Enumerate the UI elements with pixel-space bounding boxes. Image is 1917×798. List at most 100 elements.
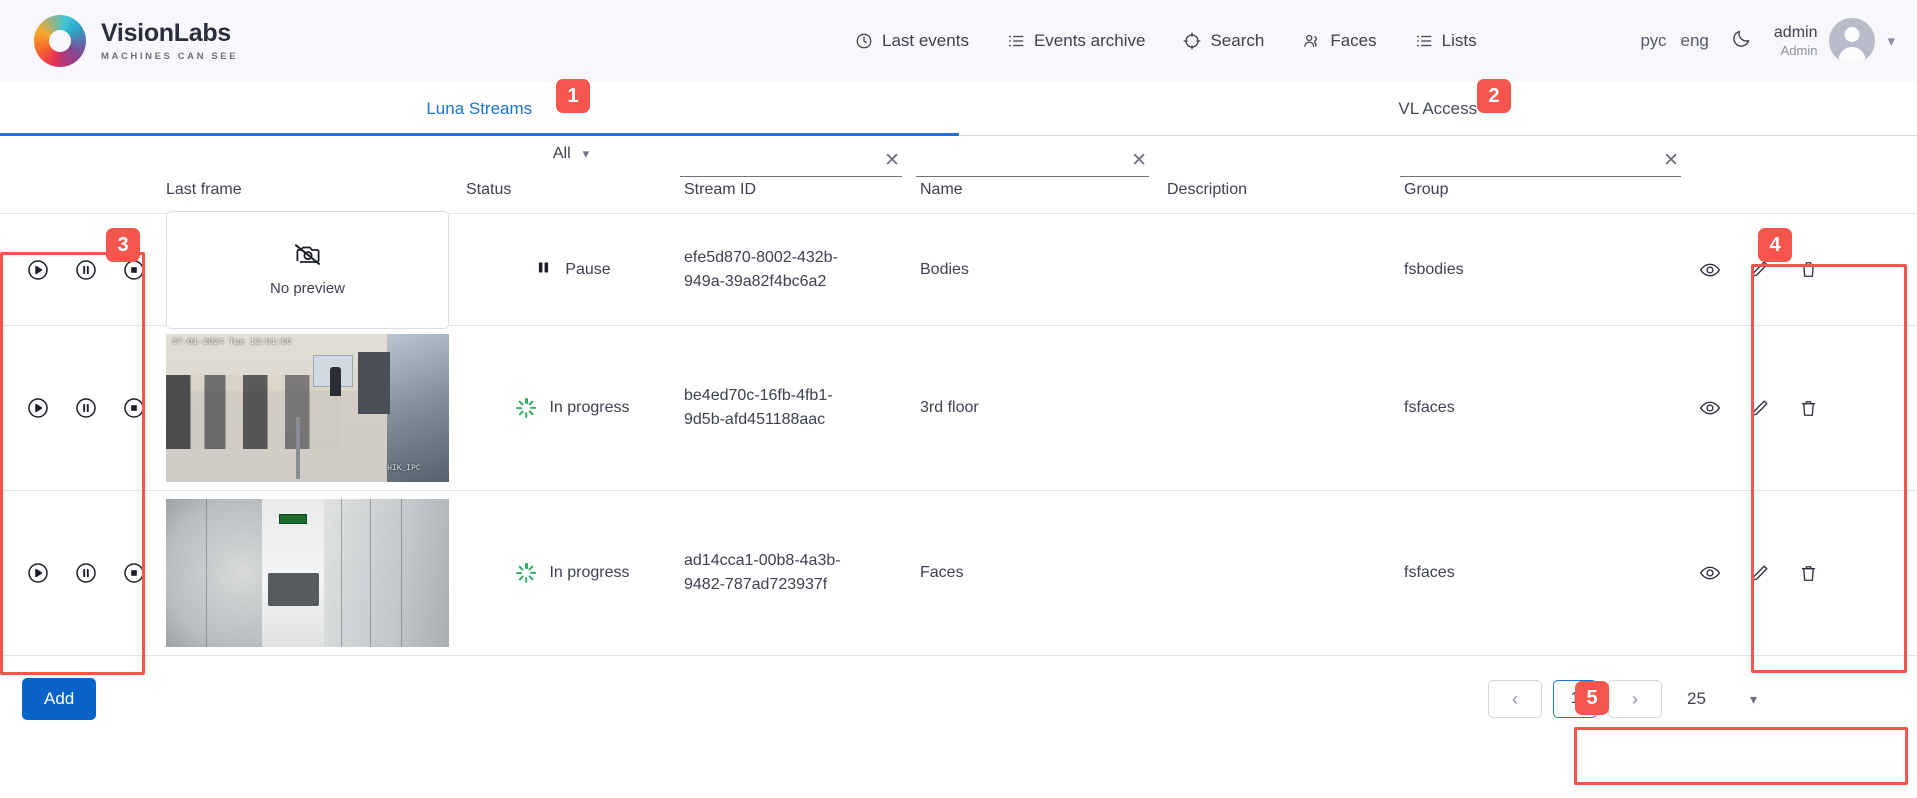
add-button[interactable]: Add [22,678,97,720]
stream-id-line-2: 9482-787ad723937f [684,576,828,593]
brand-name: VisionLabs [101,18,231,47]
brand-logo[interactable]: VisionLabs MACHINES CAN SEE [34,15,238,67]
eye-icon[interactable] [1699,397,1721,419]
eye-icon[interactable] [1699,562,1721,584]
play-circle-icon[interactable] [26,561,50,585]
header-right: рус eng admin Admin ▾ [1640,0,1895,82]
row-description [1163,326,1400,490]
stop-circle-icon[interactable] [122,561,146,585]
th-group: ✕ Group [1400,151,1695,201]
close-icon[interactable]: ✕ [1131,151,1149,173]
page-size-select[interactable]: 25 ▾ [1687,689,1757,709]
row-actions [1695,214,1917,325]
play-circle-icon[interactable] [26,258,50,282]
nav-item-search[interactable]: Search [1183,31,1264,51]
chevron-down-icon[interactable]: ▾ [1887,32,1895,50]
page-number-input[interactable]: 1 [1553,680,1598,718]
pause-circle-icon[interactable] [74,258,98,282]
row-stream-id: efe5d870-8002-432b- 949a-39a82f4bc6a2 [680,214,916,325]
th-label: Name [920,181,963,198]
user-menu[interactable]: admin Admin ▾ [1774,18,1895,64]
th-last-frame: Last frame [162,181,462,201]
row-description [1163,214,1400,325]
eye-icon[interactable] [1699,259,1721,281]
nav-item-events-archive[interactable]: Events archive [1007,31,1146,51]
user-names: admin Admin [1774,23,1818,59]
stream-id-line-2: 949a-39a82f4bc6a2 [684,272,827,290]
user-login: admin [1773,23,1818,41]
lang-ru[interactable]: рус [1640,31,1666,51]
group-filter-input[interactable]: ✕ [1400,147,1681,177]
status-filter-select[interactable]: All ▾ [462,145,680,163]
camera-off-icon [293,242,323,273]
nav-item-faces[interactable]: Faces [1302,31,1377,51]
nav-label: Faces [1330,31,1377,50]
row-preview [162,491,462,655]
row-status: Pause [462,214,680,325]
pencil-icon[interactable] [1749,259,1770,280]
camera-preview-image[interactable] [166,499,449,647]
row-name: Bodies [920,260,969,278]
prev-page-button[interactable]: ‹ [1488,680,1543,718]
th-status: All ▾ Status [462,145,680,201]
row-stream-id: be4ed70c-16fb-4fb1- 9d5b-afd451188aac [680,326,916,490]
row-status-label: In progress [549,399,630,416]
row-group: fsfaces [1404,564,1455,581]
pause-circle-icon[interactable] [74,561,98,585]
visionlabs-logo-icon [34,15,86,67]
pencil-icon[interactable] [1749,563,1770,584]
nav-item-last-events[interactable]: Last events [855,31,969,51]
tab-vl-access[interactable]: VL Access [959,82,1917,135]
row-preview: No preview [162,210,462,329]
stop-circle-icon[interactable] [122,258,146,282]
th-label: Description [1167,181,1248,198]
pause-circle-icon[interactable] [74,396,98,420]
row-group: fsfaces [1404,399,1455,416]
close-icon[interactable]: ✕ [1663,151,1681,173]
table-header-row: Last frame All ▾ Status ✕ Stream ID ✕ Na… [0,136,1917,214]
lang-en[interactable]: eng [1681,31,1709,51]
brand-text: VisionLabs MACHINES CAN SEE [101,18,238,62]
th-name: ✕ Name [916,151,1163,201]
close-icon[interactable]: ✕ [884,151,902,173]
play-circle-icon[interactable] [26,396,50,420]
stream-id-filter-input[interactable]: ✕ [680,147,902,177]
nav-label: Lists [1441,31,1477,50]
page-size-value: 25 [1687,689,1706,708]
chevron-down-icon: ▾ [582,146,590,161]
stop-circle-icon[interactable] [122,396,146,420]
avatar[interactable] [1829,18,1876,64]
list-icon [1415,32,1433,50]
row-controls [0,491,162,655]
theme-toggle-button[interactable] [1731,28,1752,54]
main-nav: Last events Events archive Search Faces … [855,0,1477,82]
table-row: No preview Pause efe5d870-8002-432b- 949… [0,210,1917,329]
row-controls [0,214,162,325]
trash-icon[interactable] [1798,398,1819,419]
streams-table: Last frame All ▾ Status ✕ Stream ID ✕ Na… [0,136,1917,656]
th-description: Description [1163,181,1400,201]
trash-icon[interactable] [1798,259,1819,280]
tab-luna-streams[interactable]: Luna Streams [0,82,959,136]
user-role: Admin [1780,42,1818,58]
camera-preview-image[interactable]: 07-01-2024 Tue 13:51:50 HIK_IPC [166,334,449,482]
nav-item-lists[interactable]: Lists [1415,31,1477,51]
app-header: VisionLabs MACHINES CAN SEE Last events [0,0,1917,82]
no-preview-label: No preview [269,280,346,297]
trash-icon[interactable] [1798,563,1819,584]
pencil-icon[interactable] [1749,398,1770,419]
stream-id-line-2: 9d5b-afd451188aac [684,411,826,428]
row-stream-id: ad14cca1-00b8-4a3b- 9482-787ad723937f [680,491,916,655]
row-description [1163,491,1400,655]
th-label: Status [466,181,512,198]
th-label: Last frame [166,181,242,198]
name-filter-input[interactable]: ✕ [916,147,1149,177]
nav-label: Events archive [1033,31,1146,50]
tab-label: VL Access [1398,98,1478,118]
language-switcher[interactable]: рус eng [1640,31,1708,51]
row-name: 3rd floor [920,399,979,416]
tab-label: Luna Streams [426,98,533,118]
next-page-button[interactable]: › [1608,680,1663,718]
row-actions [1695,491,1917,655]
no-preview-placeholder: No preview [166,210,449,329]
